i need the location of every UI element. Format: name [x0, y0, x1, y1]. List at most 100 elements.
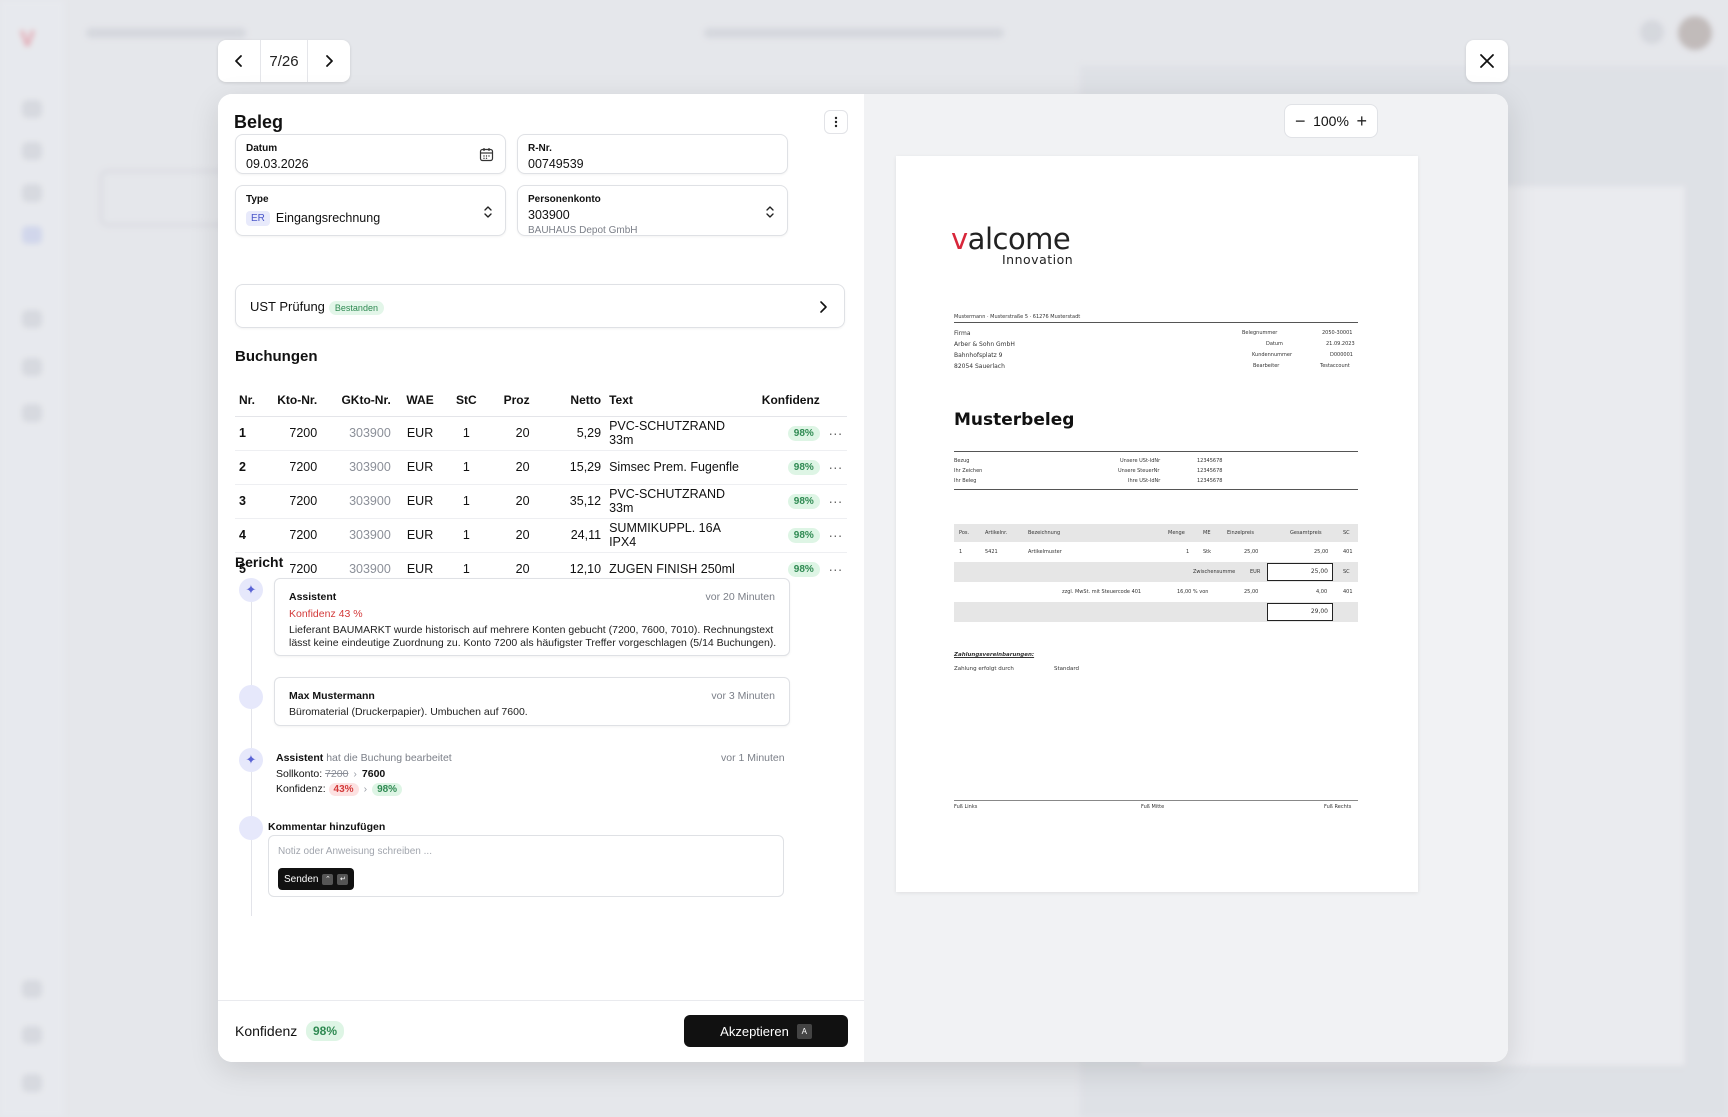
entry-text: Büromaterial (Druckerpapier). Umbuchen a… — [289, 706, 528, 718]
footer-konfidenz-badge: 98% — [306, 1021, 345, 1041]
ref-value: 12345678 — [1197, 468, 1223, 474]
row-kto: 7200 — [272, 416, 322, 451]
recipient-line: Firma — [954, 330, 971, 337]
subtotal-value: 25,00 — [1267, 563, 1333, 581]
entry-time: vor 20 Minuten — [705, 591, 775, 603]
row-konfidenz-cell: 98% — [752, 450, 824, 485]
row-konfidenz-cell: 98% — [752, 484, 824, 519]
item-cell: 1 — [959, 549, 963, 555]
row-more-icon[interactable]: ··· — [823, 484, 847, 519]
personenkonto-select[interactable]: Personenkonto 303900 BAUHAUS Depot GmbH — [517, 185, 788, 236]
accept-shortcut-key: A — [796, 1023, 812, 1039]
row-text: PVC-SCHUTZRAND 33m — [605, 416, 753, 451]
row-konfidenz-cell: 98% — [752, 416, 824, 451]
table-head-cell: Menge — [1168, 530, 1185, 536]
column-header: Konfidenz — [752, 384, 824, 417]
row-netto: 5,29 — [533, 416, 606, 451]
table-head-cell: SC — [1343, 530, 1350, 536]
ust-pruefung-row[interactable]: UST Prüfung Bestanden — [235, 284, 845, 328]
bericht-entry-assistant: Assistent vor 20 Minuten Konfidenz 43 % … — [274, 578, 790, 656]
column-header: WAE — [394, 384, 446, 417]
more-options-button[interactable] — [824, 110, 848, 134]
row-kto: 7200 — [272, 484, 322, 519]
meta-label: Datum — [1266, 341, 1283, 347]
accept-button[interactable]: Akzeptieren A — [684, 1015, 848, 1047]
item-cell: 25,00 — [1244, 549, 1259, 555]
tax-base: 25,00 — [1244, 589, 1259, 595]
footer-konfidenz-label: Konfidenz — [235, 1023, 298, 1039]
chevron-right-icon — [326, 55, 333, 67]
comment-title: Kommentar hinzufügen — [268, 821, 386, 833]
row-more-icon[interactable]: ··· — [823, 416, 847, 451]
row-nr: 4 — [235, 518, 273, 553]
entry-time: vor 3 Minuten — [711, 690, 775, 702]
row-wae: EUR — [394, 416, 446, 451]
sollkonto-new: 7600 — [361, 768, 386, 780]
row-netto: 35,12 — [533, 484, 606, 519]
bericht-entry-user: Max Mustermann vor 3 Minuten Büromateria… — [274, 677, 790, 726]
meta-value: D000001 — [1330, 352, 1353, 358]
column-header: Text — [605, 384, 753, 417]
sollkonto-label: Sollkonto: — [276, 768, 323, 780]
next-button[interactable] — [308, 40, 350, 82]
entry-author: Assistent — [289, 591, 337, 603]
sollkonto-old: 7200 — [325, 768, 349, 780]
previous-button[interactable] — [218, 40, 260, 82]
datum-label: Datum — [246, 143, 278, 154]
ref-value: 12345678 — [1197, 458, 1223, 464]
entry-action: hat die Buchung bearbeitet — [326, 752, 452, 764]
item-cell: 5421 — [985, 549, 998, 555]
row-konfidenz-badge: 98% — [787, 494, 820, 509]
column-header: StC — [445, 384, 488, 417]
row-konfidenz-badge: 98% — [787, 562, 820, 578]
accept-label: Akzeptieren — [720, 1023, 789, 1039]
document-pager: 7/26 — [218, 40, 350, 82]
row-more-icon[interactable]: ··· — [823, 450, 847, 485]
recipient-line: Arber & Sohn GmbH — [954, 341, 1015, 348]
table-row[interactable]: 4 7200 303900 EUR 1 20 24,11 SUMMIKUPPL.… — [235, 518, 847, 553]
payment-title: Zahlungsvereinbarungen: — [954, 652, 1035, 658]
rnr-label: R-Nr. — [528, 143, 552, 154]
row-konfidenz-badge: 98% — [787, 460, 820, 475]
tax-rate: 16,00 % von — [1177, 589, 1209, 595]
ref-label: Unsere SteuerNr — [1118, 468, 1160, 474]
beleg-panel: Beleg Datum 09.03.2026 R-Nr. 00749539 Ty… — [218, 94, 864, 1062]
calendar-icon[interactable] — [479, 147, 494, 162]
datum-field[interactable]: Datum 09.03.2026 — [235, 134, 506, 174]
zoom-out-button[interactable]: − — [1295, 111, 1306, 132]
entry-author: Assistent — [276, 752, 324, 764]
type-value: Eingangsrechnung — [275, 211, 381, 225]
document-page[interactable]: valcome Innovation Mustermann · Musterst… — [896, 156, 1418, 892]
sparkle-icon: ✦ — [239, 578, 263, 602]
beleg-modal: Beleg Datum 09.03.2026 R-Nr. 00749539 Ty… — [218, 94, 1508, 1062]
table-row[interactable]: 2 7200 303900 EUR 1 20 15,29 Simsec Prem… — [235, 450, 847, 485]
chevron-up-down-icon — [484, 206, 492, 218]
edit-entry-header: Assistent hat die Buchung bearbeitet — [276, 752, 452, 764]
entry-author: Max Mustermann — [289, 690, 375, 702]
table-head-cell: Artikelnr. — [985, 530, 1008, 536]
table-head-cell: Pos. — [959, 530, 970, 536]
comment-input[interactable]: Notiz oder Anweisung schreiben ... Sende… — [268, 835, 784, 897]
meta-value: 2050-30001 — [1322, 330, 1353, 336]
send-button[interactable]: Senden ⌃ ↵ — [278, 868, 355, 890]
ref-value: 12345678 — [1197, 478, 1223, 484]
type-select[interactable]: Type ER Eingangsrechnung — [235, 185, 506, 236]
modal-footer: Konfidenz 98% Akzeptieren A — [218, 1000, 864, 1060]
subtotal-label: Zwischensumme — [1193, 569, 1236, 575]
table-row[interactable]: 3 7200 303900 EUR 1 20 35,12 PVC-SCHUTZR… — [235, 484, 847, 519]
buchungen-title: Buchungen — [235, 348, 318, 365]
recipient-line: 82054 Sauerlach — [954, 363, 1005, 370]
subtotal-currency: EUR — [1250, 569, 1261, 575]
table-row[interactable]: 1 7200 303900 EUR 1 20 5,29 PVC-SCHUTZRA… — [235, 416, 847, 451]
row-more-icon[interactable]: ··· — [824, 552, 847, 586]
zoom-level: 100% — [1313, 113, 1349, 129]
close-button[interactable] — [1466, 40, 1508, 82]
item-cell: 1 — [1186, 549, 1190, 555]
document-title: Musterbeleg — [954, 410, 1075, 430]
row-more-icon[interactable]: ··· — [823, 518, 847, 553]
zoom-in-button[interactable]: + — [1356, 111, 1367, 132]
row-konfidenz-cell: 98% — [752, 518, 824, 553]
rnr-field[interactable]: R-Nr. 00749539 — [517, 134, 788, 174]
row-proz: 20 — [487, 416, 534, 451]
arrow-right-icon: › — [353, 768, 357, 780]
